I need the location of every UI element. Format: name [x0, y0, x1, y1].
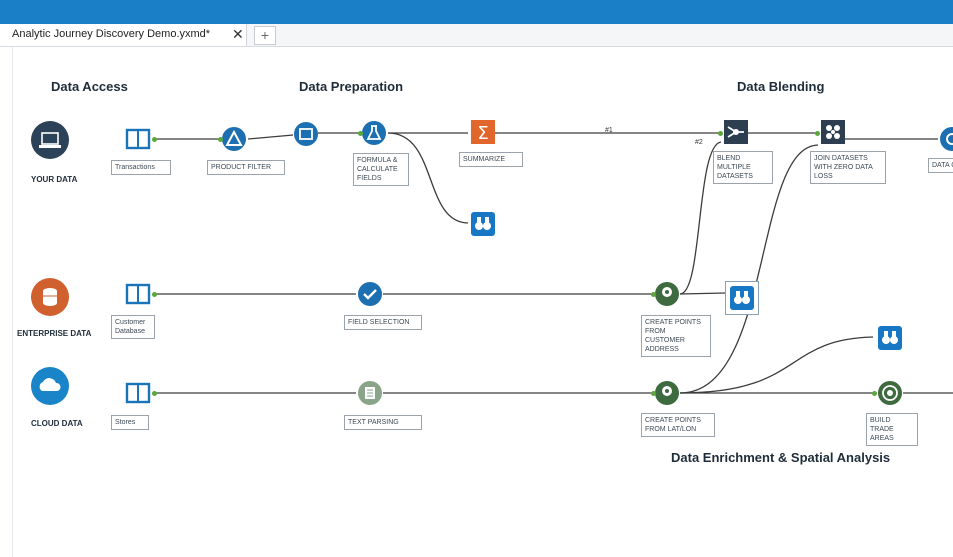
svg-text:Σ: Σ	[477, 123, 488, 144]
close-icon[interactable]: ✕	[232, 26, 244, 43]
browse-icon[interactable]	[470, 211, 496, 237]
cleanse-icon[interactable]	[939, 126, 953, 152]
tool-label-text-parsing: TEXT PARSING	[344, 415, 422, 430]
select-icon[interactable]	[293, 121, 319, 147]
title-bar	[0, 0, 953, 24]
output-anchor[interactable]	[152, 292, 157, 297]
heading-data-blending: Data Blending	[737, 79, 825, 94]
browse-icon[interactable]	[725, 281, 759, 315]
tool-label-formula: FORMULA & CALCULATE FIELDS	[353, 153, 409, 186]
tool-label-join: JOIN DATASETS WITH ZERO DATA LOSS	[810, 151, 886, 184]
tool-label-stores: Stores	[111, 415, 149, 430]
book-input-icon[interactable]	[125, 380, 151, 406]
browse-icon[interactable]	[877, 325, 903, 351]
tool-label-create-points-customer: CREATE POINTS FROM CUSTOMER ADDRESS	[641, 315, 711, 357]
tool-label-transactions: Transactions	[111, 160, 171, 175]
input-anchor[interactable]	[872, 391, 877, 396]
workflow-canvas[interactable]: #1 #2 Data Access Data Preparation Data …	[12, 47, 953, 557]
heading-data-access: Data Access	[51, 79, 128, 94]
formula-icon[interactable]	[361, 120, 387, 146]
heading-enrichment: Data Enrichment & Spatial Analysis	[671, 450, 891, 465]
wire-label-1: #1	[605, 127, 613, 134]
input-anchor[interactable]	[218, 137, 223, 142]
tool-label-trade-areas: BUILD TRADE AREAS	[866, 413, 918, 446]
tool-label-summarize: SUMMARIZE	[459, 152, 523, 167]
tool-label-customer: Customer Database	[111, 315, 155, 339]
output-anchor[interactable]	[152, 391, 157, 396]
output-anchor[interactable]	[152, 137, 157, 142]
tab-title: Analytic Journey Discovery Demo.yxmd*	[12, 28, 211, 40]
cloud-icon	[31, 367, 69, 405]
input-anchor[interactable]	[815, 131, 820, 136]
tool-label-field-selection: FIELD SELECTION	[344, 315, 422, 330]
blend-icon[interactable]	[723, 119, 749, 145]
input-anchor[interactable]	[718, 131, 723, 136]
wire-label-2: #2	[695, 139, 703, 146]
tab-strip: Analytic Journey Discovery Demo.yxmd* ✕ …	[0, 24, 953, 47]
database-icon	[31, 278, 69, 316]
heading-data-preparation: Data Preparation	[299, 79, 404, 94]
add-tab-button[interactable]: +	[254, 26, 276, 45]
create-points-icon[interactable]	[654, 281, 680, 307]
tool-label-data-cleanse: DATA CLEA	[928, 158, 953, 173]
filter-icon[interactable]	[221, 126, 247, 152]
text-parse-icon[interactable]	[357, 380, 383, 406]
join-icon[interactable]	[820, 119, 846, 145]
create-points-icon[interactable]	[654, 380, 680, 406]
source-label-enterprise: ENTERPRISE DATA	[17, 329, 92, 338]
tab-workflow[interactable]: Analytic Journey Discovery Demo.yxmd* ✕	[0, 24, 247, 46]
tool-label-blend: BLEND MULTIPLE DATASETS	[713, 151, 773, 184]
input-anchor[interactable]	[358, 131, 363, 136]
book-input-icon[interactable]	[125, 126, 151, 152]
trade-area-icon[interactable]	[877, 380, 903, 406]
laptop-icon	[31, 121, 69, 159]
input-anchor[interactable]	[651, 292, 656, 297]
tool-label-product-filter: PRODUCT FILTER	[207, 160, 285, 175]
input-anchor[interactable]	[651, 391, 656, 396]
summarize-icon[interactable]: Σ	[470, 119, 496, 145]
source-label-your-data: YOUR DATA	[31, 175, 78, 184]
book-input-icon[interactable]	[125, 281, 151, 307]
tool-label-create-points-latlon: CREATE POINTS FROM LAT/LON	[641, 413, 715, 437]
field-select-icon[interactable]	[357, 281, 383, 307]
source-label-cloud: CLOUD DATA	[31, 419, 83, 428]
